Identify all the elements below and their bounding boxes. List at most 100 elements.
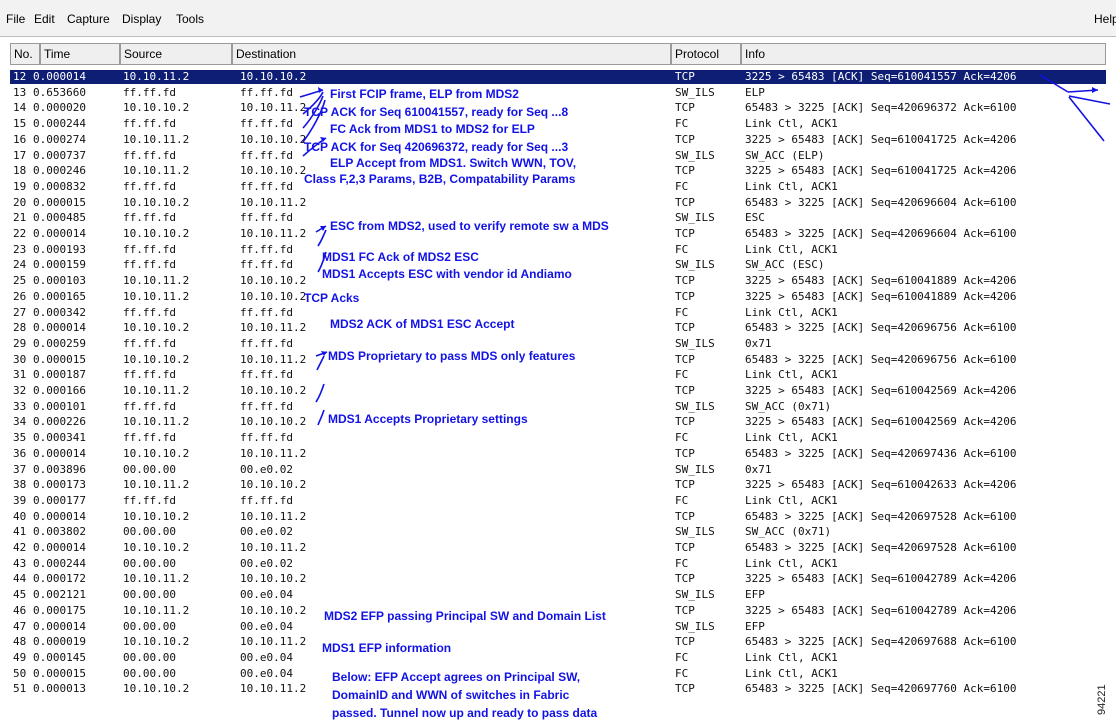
- packet-no: 38: [13, 478, 27, 492]
- packet-source: 10.10.10.2: [123, 541, 190, 554]
- packet-protocol: TCP: [675, 384, 695, 397]
- packet-source: 00.00.00: [123, 650, 176, 664]
- packet-no: 46: [13, 603, 27, 617]
- packet-protocol: SW_ILS: [675, 148, 715, 162]
- packet-info: Link Ctl, ACK1: [745, 179, 838, 193]
- packet-no: 35: [13, 431, 27, 445]
- packet-source: 00.00.00: [123, 556, 176, 570]
- packet-time: 0.000173: [33, 478, 86, 492]
- column-header-destination[interactable]: Destination: [232, 43, 671, 65]
- packet-row[interactable]: 39 0.000177 ff.ff.fd ff.ff.fd FC Link Ctl, AC…: [10, 494, 1106, 508]
- packet-destination: 10.10.11.2: [240, 446, 307, 460]
- packet-source: 10.10.10.2: [123, 352, 190, 366]
- packet-time: 0.000832: [33, 179, 86, 193]
- packet-row[interactable]: 26 0.000165 10.10.11.2 10.10.10.2 TCP 3225 > …: [10, 290, 1106, 304]
- packet-no: 22: [13, 227, 27, 240]
- packet-info: 65483 > 3225 [ACK] Seq=420697528 Ack=610…: [745, 509, 1017, 523]
- packet-protocol: TCP: [675, 603, 695, 617]
- packet-info: EFP: [745, 619, 765, 633]
- packet-row[interactable]: 15 0.000244 ff.ff.fd ff.ff.fd FC Link Ctl, AC…: [10, 117, 1106, 131]
- packet-info: Link Ctl, ACK1: [745, 650, 838, 664]
- packet-source: 10.10.10.2: [123, 227, 190, 240]
- packet-time: 0.000019: [33, 635, 86, 649]
- menu-tools[interactable]: Tools: [176, 12, 204, 26]
- annotation-tcp-ack-1: TCP ACK for Seq 610041557, ready for Seq…: [304, 105, 569, 119]
- packet-source: 00.00.00: [123, 619, 176, 633]
- packet-row[interactable]: 40 0.000014 10.10.10.2 10.10.11.2 TCP 65483 >…: [10, 510, 1106, 524]
- packet-row[interactable]: 49 0.000145 00.00.00 00.e0.04 FC Link Ctl, AC…: [10, 651, 1106, 665]
- packet-protocol: TCP: [675, 321, 695, 335]
- menu-bar: File Edit Capture Display Tools Help: [0, 0, 1116, 37]
- packet-info: Link Ctl, ACK1: [745, 556, 838, 570]
- packet-info: Link Ctl, ACK1: [745, 117, 838, 131]
- packet-source: 10.10.11.2: [123, 289, 190, 303]
- packet-row[interactable]: 44 0.000172 10.10.11.2 10.10.10.2 TCP 3225 > …: [10, 572, 1106, 586]
- packet-source: 10.10.11.2: [123, 478, 190, 492]
- packet-destination: ff.ff.fd: [240, 305, 293, 319]
- packet-row[interactable]: 35 0.000341 ff.ff.fd ff.ff.fd FC Link Ctl, AC…: [10, 431, 1106, 445]
- column-header-time[interactable]: Time: [40, 43, 120, 65]
- packet-row[interactable]: 43 0.000244 00.00.00 00.e0.02 FC Link Ctl, AC…: [10, 557, 1106, 571]
- packet-info: 65483 > 3225 [ACK] Seq=420697760 Ack=610…: [745, 682, 1017, 696]
- annotation-elp-accept-2: Class F,2,3 Params, B2B, Compatability P…: [304, 172, 576, 186]
- packet-source: 00.00.00: [123, 588, 176, 602]
- packet-no: 27: [13, 305, 27, 319]
- packet-destination: 10.10.11.2: [240, 682, 307, 696]
- packet-info: 0x71: [745, 462, 772, 476]
- packet-time: 0.000145: [33, 650, 86, 664]
- packet-destination: 10.10.10.2: [240, 572, 307, 586]
- packet-no: 32: [13, 384, 27, 397]
- packet-row[interactable]: 41 0.003802 00.00.00 00.e0.02 SW_ILS SW_ACC (…: [10, 525, 1106, 539]
- packet-row[interactable]: 23 0.000193 ff.ff.fd ff.ff.fd FC Link Ctl, AC…: [10, 243, 1106, 257]
- packet-row[interactable]: 28 0.000014 10.10.10.2 10.10.11.2 TCP 65483 >…: [10, 321, 1106, 335]
- packet-row[interactable]: 32 0.000166 10.10.11.2 10.10.10.2 TCP 3225 > …: [10, 384, 1106, 398]
- packet-destination: ff.ff.fd: [240, 211, 293, 225]
- packet-row[interactable]: 33 0.000101 ff.ff.fd ff.ff.fd SW_ILS SW_ACC (…: [10, 400, 1106, 414]
- packet-row[interactable]: 36 0.000014 10.10.10.2 10.10.11.2 TCP 65483 >…: [10, 447, 1106, 461]
- packet-time: 0.000165: [33, 289, 86, 303]
- packet-row[interactable]: 13 0.653660 ff.ff.fd ff.ff.fd SW_ILS ELP: [10, 86, 1106, 100]
- packet-protocol: TCP: [675, 70, 695, 83]
- packet-row[interactable]: 48 0.000019 10.10.10.2 10.10.11.2 TCP 65483 >…: [10, 635, 1106, 649]
- packet-destination: 00.e0.04: [240, 650, 293, 664]
- packet-row[interactable]: 34 0.000226 10.10.11.2 10.10.10.2 TCP 3225 > …: [10, 415, 1106, 429]
- packet-destination: 00.e0.02: [240, 462, 293, 476]
- menu-edit[interactable]: Edit: [34, 12, 55, 26]
- packet-protocol: TCP: [675, 195, 695, 209]
- menu-capture[interactable]: Capture: [67, 12, 110, 26]
- column-header-info[interactable]: Info: [741, 43, 1106, 65]
- packet-protocol: SW_ILS: [675, 619, 715, 633]
- packet-row[interactable]: 42 0.000014 10.10.10.2 10.10.11.2 TCP 65483 >…: [10, 541, 1106, 555]
- packet-time: 0.000014: [33, 619, 86, 633]
- packet-time: 0.000014: [33, 321, 86, 335]
- packet-row[interactable]: 37 0.003896 00.00.00 00.e0.02 SW_ILS 0x71: [10, 463, 1106, 477]
- packet-no: 34: [13, 415, 27, 429]
- packet-row[interactable]: 31 0.000187 ff.ff.fd ff.ff.fd FC Link Ctl, AC…: [10, 368, 1106, 382]
- packet-row[interactable]: 12 0.000014 10.10.11.2 10.10.10.2 TCP 3225 > …: [10, 70, 1106, 84]
- packet-no: 37: [13, 462, 27, 476]
- packet-time: 0.000014: [33, 70, 86, 83]
- packet-row[interactable]: 38 0.000173 10.10.11.2 10.10.10.2 TCP 3225 > …: [10, 478, 1106, 492]
- packet-destination: 10.10.10.2: [240, 415, 307, 429]
- packet-row[interactable]: 20 0.000015 10.10.10.2 10.10.11.2 TCP 65483 >…: [10, 196, 1106, 210]
- column-header-protocol[interactable]: Protocol: [671, 43, 741, 65]
- packet-source: 10.10.11.2: [123, 70, 190, 83]
- packet-no: 24: [13, 258, 27, 272]
- packet-time: 0.000166: [33, 384, 86, 397]
- menu-display[interactable]: Display: [122, 12, 161, 26]
- packet-row[interactable]: 27 0.000342 ff.ff.fd ff.ff.fd FC Link Ctl, AC…: [10, 306, 1106, 320]
- packet-info: ESC: [745, 211, 765, 225]
- packet-row[interactable]: 45 0.002121 00.00.00 00.e0.04 SW_ILS EFP: [10, 588, 1106, 602]
- packet-protocol: TCP: [675, 509, 695, 523]
- packet-info: 3225 > 65483 [ACK] Seq=610041557 Ack=420…: [745, 70, 1017, 83]
- packet-destination: 00.e0.02: [240, 525, 293, 539]
- menu-help[interactable]: Help: [1094, 12, 1116, 26]
- packet-no: 48: [13, 635, 27, 649]
- packet-destination: ff.ff.fd: [240, 117, 293, 131]
- column-header-no[interactable]: No.: [10, 43, 40, 65]
- menu-file[interactable]: File: [6, 12, 25, 26]
- packet-info: Link Ctl, ACK1: [745, 666, 838, 680]
- packet-source: ff.ff.fd: [123, 399, 176, 413]
- column-header-source[interactable]: Source: [120, 43, 232, 65]
- packet-info: 65483 > 3225 [ACK] Seq=420697688 Ack=610…: [745, 635, 1017, 649]
